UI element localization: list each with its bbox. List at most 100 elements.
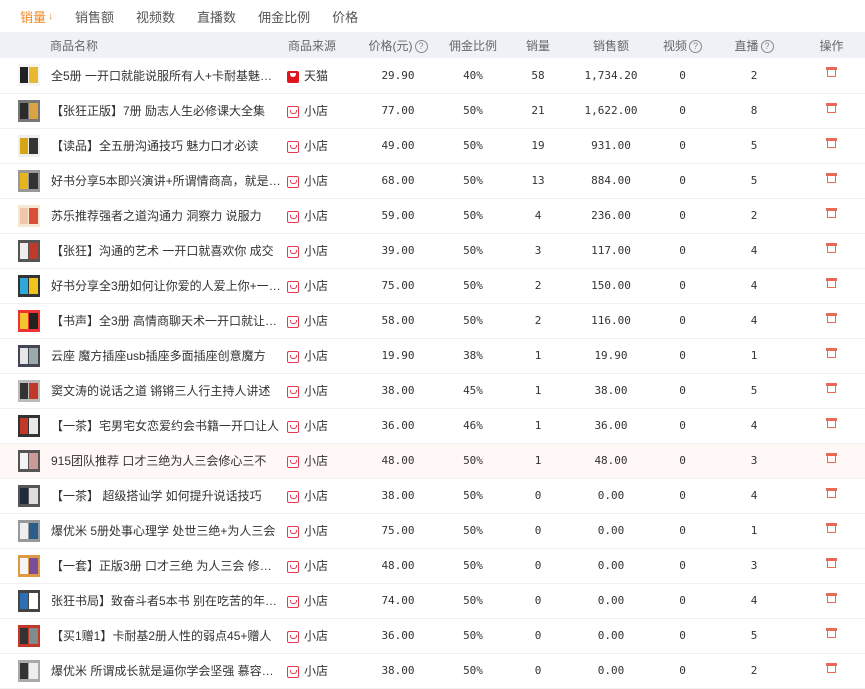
product-detail-icon[interactable] — [826, 347, 837, 359]
table-row[interactable]: 苏乐推荐强者之道沟通力 洞察力 说服力 小店 59.00 50% 4 236.00 0 2 — [0, 198, 865, 233]
live-cell: 5 — [750, 629, 758, 642]
table-row[interactable]: 【一套】正版3册 口才三绝 为人三会 修心三不 小店 48.00 50% 0 0.00 0 3 — [0, 548, 865, 583]
sort-tab-1[interactable]: 销售额 — [75, 7, 114, 26]
table-row[interactable]: 915团队推荐 口才三绝为人三会修心三不 小店 48.00 50% 1 48.00 0 3 — [0, 443, 865, 478]
product-name[interactable]: 【书声】全3册 高情商聊天术一开口就让人喜欢你 — [50, 303, 287, 338]
table-row[interactable]: 云座 魔方插座usb插座多面插座创意魔方 小店 19.90 38% 1 19.90 0 1 — [0, 338, 865, 373]
product-detail-icon[interactable] — [826, 557, 837, 569]
product-thumbnail[interactable] — [18, 169, 40, 192]
col-sales-header[interactable]: 销量 — [509, 32, 567, 58]
product-thumbnail[interactable] — [18, 624, 40, 647]
product-name[interactable]: 好书分享5本即兴演讲+所谓情商高，就是会说话 — [50, 163, 287, 198]
product-detail-icon[interactable] — [826, 137, 837, 149]
product-name[interactable]: 云座 魔方插座usb插座多面插座创意魔方 — [50, 338, 287, 373]
product-thumbnail[interactable] — [18, 64, 40, 87]
product-thumbnail[interactable] — [18, 519, 40, 542]
product-name[interactable]: 【一套】正版3册 口才三绝 为人三会 修心三不 — [50, 548, 287, 583]
product-detail-icon[interactable] — [826, 67, 837, 78]
product-name[interactable]: 【张狂正版】7册 励志人生必修课大全集 — [50, 93, 287, 128]
product-name[interactable]: 【一茶】宅男宅女恋爱约会书籍一开口让人 — [50, 408, 287, 443]
product-thumbnail[interactable] — [18, 239, 40, 262]
revenue-cell: 117.00 — [591, 244, 631, 257]
source-label: 小店 — [304, 209, 329, 223]
product-detail-icon[interactable] — [826, 592, 837, 604]
col-revenue-header[interactable]: 销售额 — [567, 32, 655, 58]
col-video-header[interactable]: 视频? — [655, 32, 710, 58]
product-detail-icon[interactable] — [826, 522, 837, 534]
product-name[interactable]: 全5册 一开口就能说服所有人+卡耐基魅力口才与演讲 — [50, 58, 287, 93]
video-cell: 0 — [679, 594, 686, 607]
product-name[interactable]: 张狂书局】致奋斗者5本书 别在吃苦的年纪选择安逸 — [50, 583, 287, 618]
source-cell: 小店 — [287, 443, 359, 478]
table-row[interactable]: 好书分享全3册如何让你爱的人爱上你+一开口 小店 75.00 50% 2 150.00 0 4 — [0, 268, 865, 303]
table-row[interactable]: 【读品】全五册沟通技巧 魅力口才必读 小店 49.00 50% 19 931.00 0 5 — [0, 128, 865, 163]
product-detail-icon[interactable] — [826, 382, 837, 394]
product-detail-icon[interactable] — [826, 172, 837, 184]
product-thumbnail[interactable] — [18, 309, 40, 332]
product-name[interactable]: 【买1赠1】卡耐基2册人性的弱点45+赠人 — [50, 618, 287, 653]
table-row[interactable]: 【一茶】 超级搭讪学 如何提升说话技巧 小店 38.00 50% 0 0.00 0 4 — [0, 478, 865, 513]
product-thumbnail[interactable] — [18, 274, 40, 297]
product-detail-icon[interactable] — [826, 277, 837, 289]
product-thumbnail[interactable] — [18, 589, 40, 612]
product-detail-icon[interactable] — [826, 242, 837, 254]
help-icon[interactable]: ? — [760, 39, 774, 53]
product-detail-icon[interactable] — [826, 452, 837, 464]
video-cell: 0 — [679, 68, 686, 82]
table-row[interactable]: 爆优米 所谓成长就是逼你学会坚强 慕容雪村 小店 38.00 50% 0 0.00 0 2 — [0, 653, 865, 688]
col-price-header[interactable]: 价格(元)? — [359, 32, 437, 58]
sort-tab-3[interactable]: 直播数 — [197, 7, 236, 26]
product-thumbnail[interactable] — [18, 379, 40, 402]
product-name[interactable]: 【读品】全五册沟通技巧 魅力口才必读 — [50, 128, 287, 163]
table-row[interactable]: 【一茶】宅男宅女恋爱约会书籍一开口让人 小店 36.00 46% 1 36.00 0 4 — [0, 408, 865, 443]
sales-cell: 1 — [534, 454, 542, 467]
product-thumbnail[interactable] — [18, 659, 40, 682]
product-detail-icon[interactable] — [826, 627, 837, 639]
product-thumbnail[interactable] — [18, 414, 40, 437]
shop-icon — [287, 175, 299, 188]
col-live-header[interactable]: 直播? — [710, 32, 798, 58]
sort-tab-2[interactable]: 视频数 — [136, 7, 175, 26]
product-thumbnail[interactable] — [18, 554, 40, 577]
live-cell: 2 — [750, 68, 758, 82]
product-thumbnail[interactable] — [18, 204, 40, 227]
table-row[interactable]: 窦文涛的说话之道 锵锵三人行主持人讲述 小店 38.00 45% 1 38.00 0 5 — [0, 373, 865, 408]
product-detail-icon[interactable] — [826, 102, 837, 114]
sort-tab-5[interactable]: 价格 — [332, 7, 358, 26]
table-row[interactable]: 爆优米 5册处事心理学 处世三绝+为人三会 小店 75.00 50% 0 0.00 0 1 — [0, 513, 865, 548]
shop-icon — [287, 560, 299, 573]
product-thumbnail[interactable] — [18, 484, 40, 507]
product-name[interactable]: 【张狂】沟通的艺术 一开口就喜欢你 成交 — [50, 233, 287, 268]
help-icon[interactable]: ? — [689, 39, 702, 53]
product-thumbnail[interactable] — [18, 99, 40, 122]
product-detail-icon[interactable] — [826, 662, 837, 674]
table-row[interactable]: 【买1赠1】卡耐基2册人性的弱点45+赠人 小店 36.00 50% 0 0.00 0 5 — [0, 618, 865, 653]
action-cell — [798, 373, 865, 408]
product-detail-icon[interactable] — [826, 207, 837, 219]
product-name[interactable]: 窦文涛的说话之道 锵锵三人行主持人讲述 — [50, 373, 287, 408]
product-name[interactable]: 爆优米 5册处事心理学 处世三绝+为人三会 — [50, 513, 287, 548]
table-row[interactable]: 张狂书局】致奋斗者5本书 别在吃苦的年纪选择安逸 小店 74.00 50% 0 0.00 0… — [0, 583, 865, 618]
product-thumbnail[interactable] — [18, 134, 40, 157]
table-row[interactable]: 好书分享5本即兴演讲+所谓情商高，就是会说话 小店 68.00 50% 13 884.00… — [0, 163, 865, 198]
product-detail-icon[interactable] — [826, 312, 837, 324]
product-name[interactable]: 915团队推荐 口才三绝为人三会修心三不 — [50, 443, 287, 478]
shop-icon — [287, 630, 299, 643]
product-name[interactable]: 好书分享全3册如何让你爱的人爱上你+一开口 — [50, 268, 287, 303]
product-detail-icon[interactable] — [826, 487, 837, 499]
product-detail-icon[interactable] — [826, 417, 837, 429]
sort-tab-4[interactable]: 佣金比例 — [258, 7, 310, 26]
product-thumbnail[interactable] — [18, 344, 40, 367]
product-name[interactable]: 苏乐推荐强者之道沟通力 洞察力 说服力 — [50, 198, 287, 233]
product-thumbnail[interactable] — [18, 449, 40, 472]
table-row[interactable]: 【张狂正版】7册 励志人生必修课大全集 小店 77.00 50% 21 1,622.00 0… — [0, 93, 865, 128]
col-commission-header[interactable]: 佣金比例 — [437, 32, 509, 58]
table-row[interactable]: 【张狂】沟通的艺术 一开口就喜欢你 成交 小店 39.00 50% 3 117.00 0 4 — [0, 233, 865, 268]
help-icon[interactable]: ? — [414, 39, 428, 53]
sort-tab-0[interactable]: 销量 ↓ — [20, 7, 53, 26]
product-name[interactable]: 【一茶】 超级搭讪学 如何提升说话技巧 — [50, 478, 287, 513]
product-name[interactable]: 爆优米 所谓成长就是逼你学会坚强 慕容雪村 — [50, 653, 287, 688]
table-row[interactable]: 全5册 一开口就能说服所有人+卡耐基魅力口才与演讲 天猫 29.90 40% 58 1,7… — [0, 58, 865, 93]
action-cell — [798, 128, 865, 163]
table-row[interactable]: 【书声】全3册 高情商聊天术一开口就让人喜欢你 小店 58.00 50% 2 116.00… — [0, 303, 865, 338]
